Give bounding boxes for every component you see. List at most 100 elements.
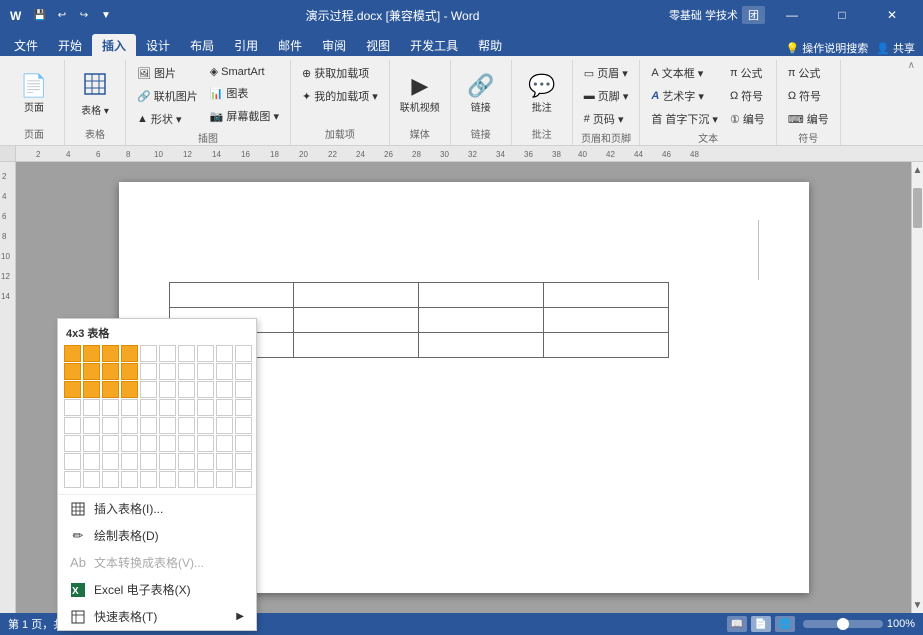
close-button[interactable]: ✕	[869, 0, 915, 30]
redo-qat-button[interactable]: ↪	[74, 5, 94, 25]
wordart-button[interactable]: A 艺术字 ▾	[646, 85, 723, 107]
grid-cell[interactable]	[102, 435, 119, 452]
grid-cell[interactable]	[197, 471, 214, 488]
tab-file[interactable]: 文件	[4, 34, 48, 56]
grid-cell[interactable]	[121, 381, 138, 398]
save-qat-button[interactable]: 💾	[30, 5, 50, 25]
grid-cell[interactable]	[159, 363, 176, 380]
zoom-slider[interactable]	[803, 620, 883, 628]
omega-button[interactable]: Ω 符号	[783, 85, 834, 107]
grid-cell[interactable]	[178, 399, 195, 416]
grid-cell[interactable]	[235, 453, 252, 470]
grid-cell[interactable]	[83, 435, 100, 452]
grid-cell[interactable]	[235, 435, 252, 452]
header-button[interactable]: ▭ 页眉 ▾	[579, 62, 634, 84]
grid-cell[interactable]	[121, 417, 138, 434]
picture-button[interactable]: 🖼 图片	[132, 62, 203, 84]
scroll-up-button[interactable]: ▲	[912, 162, 923, 178]
tab-review[interactable]: 审阅	[312, 34, 356, 56]
grid-cell[interactable]	[83, 363, 100, 380]
grid-cell[interactable]	[83, 417, 100, 434]
grid-cell[interactable]	[102, 345, 119, 362]
grid-cell[interactable]	[83, 345, 100, 362]
grid-cell[interactable]	[140, 417, 157, 434]
grid-cell[interactable]	[121, 345, 138, 362]
grid-cell[interactable]	[102, 453, 119, 470]
grid-cell[interactable]	[64, 453, 81, 470]
grid-cell[interactable]	[178, 435, 195, 452]
grid-cell[interactable]	[64, 363, 81, 380]
grid-cell[interactable]	[83, 399, 100, 416]
grid-cell[interactable]	[216, 471, 233, 488]
symbol-button[interactable]: Ω 符号	[725, 85, 770, 107]
grid-cell[interactable]	[83, 453, 100, 470]
grid-cell[interactable]	[140, 435, 157, 452]
search-help-button[interactable]: 💡 操作说明搜索	[786, 40, 869, 56]
grid-cell[interactable]	[64, 381, 81, 398]
ruler-expand-button[interactable]: ∧	[908, 60, 915, 71]
textbox-button[interactable]: A 文本框 ▾	[646, 62, 723, 84]
grid-cell[interactable]	[178, 363, 195, 380]
code-button[interactable]: ⌨ 编号	[783, 108, 834, 130]
grid-cell[interactable]	[216, 417, 233, 434]
shapes-button[interactable]: ▲ 形状 ▾	[132, 108, 203, 130]
zoom-thumb[interactable]	[837, 618, 849, 630]
footer-button[interactable]: ▬ 页脚 ▾	[579, 85, 634, 107]
tab-references[interactable]: 引用	[224, 34, 268, 56]
grid-cell[interactable]	[83, 471, 100, 488]
grid-cell[interactable]	[197, 453, 214, 470]
web-view-button[interactable]: 🌐	[775, 616, 795, 632]
grid-cell[interactable]	[197, 345, 214, 362]
tab-insert[interactable]: 插入	[92, 34, 136, 56]
grid-cell[interactable]	[64, 435, 81, 452]
grid-cell[interactable]	[235, 417, 252, 434]
equation-button[interactable]: π 公式	[725, 62, 770, 84]
tab-home[interactable]: 开始	[48, 34, 92, 56]
scrollbar-vertical[interactable]: ▲ ▼	[911, 162, 923, 613]
grid-cell[interactable]	[178, 453, 195, 470]
grid-cell[interactable]	[140, 399, 157, 416]
grid-cell[interactable]	[235, 345, 252, 362]
dropcap-button[interactable]: 首 首字下沉 ▾	[646, 108, 723, 130]
grid-cell[interactable]	[216, 381, 233, 398]
screenshot-button[interactable]: 📷 屏幕截图 ▾	[205, 105, 284, 127]
grid-cell[interactable]	[235, 471, 252, 488]
grid-cell[interactable]	[64, 399, 81, 416]
grid-cell[interactable]	[140, 345, 157, 362]
number-button[interactable]: ① 编号	[725, 108, 770, 130]
link-button[interactable]: 🔗 链接	[457, 62, 505, 126]
grid-cell[interactable]	[216, 453, 233, 470]
grid-cell[interactable]	[102, 363, 119, 380]
maximize-button[interactable]: □	[819, 0, 865, 30]
grid-cell[interactable]	[121, 453, 138, 470]
tab-mail[interactable]: 邮件	[268, 34, 312, 56]
grid-cell[interactable]	[178, 345, 195, 362]
grid-cell[interactable]	[102, 471, 119, 488]
grid-cell[interactable]	[216, 345, 233, 362]
grid-cell[interactable]	[235, 363, 252, 380]
grid-cell[interactable]	[121, 399, 138, 416]
minimize-button[interactable]: —	[769, 0, 815, 30]
scroll-down-button[interactable]: ▼	[912, 597, 923, 613]
grid-cell[interactable]	[197, 435, 214, 452]
scroll-thumb[interactable]	[913, 188, 922, 228]
grid-cell[interactable]	[102, 399, 119, 416]
get-addins-button[interactable]: ⊕ 获取加载项	[297, 62, 383, 84]
print-view-button[interactable]: 📄	[751, 616, 771, 632]
excel-table-menu-item[interactable]: X Excel 电子表格(X)	[58, 576, 256, 603]
scroll-track[interactable]	[912, 178, 923, 597]
my-addins-button[interactable]: ✦ 我的加载项 ▾	[297, 85, 383, 107]
grid-cell[interactable]	[140, 453, 157, 470]
grid-cell[interactable]	[197, 381, 214, 398]
quick-table-menu-item[interactable]: 快速表格(T) ▶	[58, 603, 256, 630]
grid-cell[interactable]	[197, 399, 214, 416]
grid-cell[interactable]	[121, 471, 138, 488]
grid-cell[interactable]	[159, 417, 176, 434]
grid-cell[interactable]	[216, 399, 233, 416]
grid-cell[interactable]	[121, 363, 138, 380]
grid-cell[interactable]	[178, 471, 195, 488]
grid-cell[interactable]	[102, 381, 119, 398]
online-video-button[interactable]: ▶ 联机视频	[396, 62, 444, 126]
grid-cell[interactable]	[178, 381, 195, 398]
grid-cell[interactable]	[159, 345, 176, 362]
